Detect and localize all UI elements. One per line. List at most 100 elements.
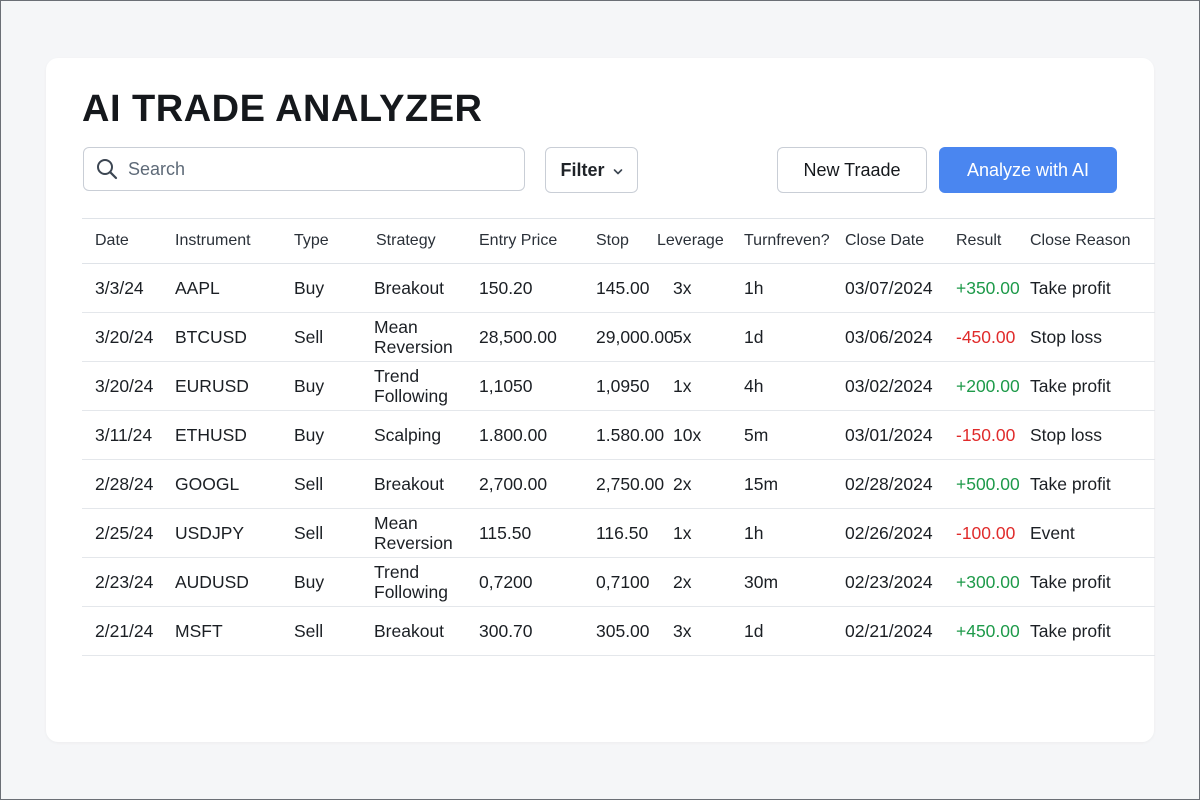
cell-result: -450.00 xyxy=(943,312,1017,362)
table-row[interactable]: 2/21/24 MSFT Sell Breakout 300.70 305.00… xyxy=(82,606,1155,656)
cell-close-reason: Stop loss xyxy=(1017,312,1155,362)
cell-date: 3/20/24 xyxy=(82,361,162,411)
cell-type: Sell xyxy=(281,508,363,558)
cell-leverage: 2x xyxy=(644,557,731,607)
filter-button[interactable]: Filter xyxy=(545,147,638,193)
cell-entry-price: 115.50 xyxy=(466,508,583,558)
column-header-result[interactable]: Result xyxy=(943,218,1017,264)
cell-stop: 116.50 xyxy=(583,508,648,558)
cell-turnover: 1h xyxy=(731,263,832,313)
cell-leverage: 1x xyxy=(644,508,731,558)
cell-strategy: Mean Reversion xyxy=(363,508,466,558)
cell-result: +300.00 xyxy=(943,557,1020,607)
cell-strategy: Breakout xyxy=(363,459,466,509)
cell-stop: 305.00 xyxy=(583,606,650,656)
cell-leverage: 3x xyxy=(644,263,731,313)
cell-type: Sell xyxy=(281,312,363,362)
new-trade-button[interactable]: New Traade xyxy=(777,147,927,193)
table-header-row: Date Instrument Type Strategy Entry Pric… xyxy=(82,218,1155,264)
cell-instrument: USDJPY xyxy=(162,508,281,558)
cell-instrument: BTCUSD xyxy=(162,312,281,362)
cell-close-date: 02/28/2024 xyxy=(832,459,943,509)
cell-close-reason: Event xyxy=(1017,508,1155,558)
page-title: AI TRADE ANALYZER xyxy=(82,88,483,130)
cell-date: 2/21/24 xyxy=(82,606,162,656)
cell-close-date: 03/02/2024 xyxy=(832,361,943,411)
cell-turnover: 1d xyxy=(731,606,832,656)
chevron-down-icon xyxy=(613,160,623,181)
table-row[interactable]: 3/20/24 BTCUSD Sell Mean Reversion 28,50… xyxy=(82,312,1155,362)
table-row[interactable]: 3/3/24 AAPL Buy Breakout 150.20 145.00 3… xyxy=(82,263,1155,313)
cell-strategy: Breakout xyxy=(363,263,466,313)
analyze-with-ai-button[interactable]: Analyze with AI xyxy=(939,147,1117,193)
cell-close-reason: Take profit xyxy=(1017,557,1155,607)
cell-close-reason: Take profit xyxy=(1017,263,1155,313)
cell-entry-price: 28,500.00 xyxy=(466,312,583,362)
column-header-date[interactable]: Date xyxy=(82,218,162,264)
cell-strategy: Breakout xyxy=(363,606,466,656)
cell-close-date: 02/23/2024 xyxy=(832,557,943,607)
cell-turnover: 30m xyxy=(731,557,832,607)
column-header-entry-price[interactable]: Entry Price xyxy=(466,218,583,264)
cell-entry-price: 0,7200 xyxy=(466,557,583,607)
cell-close-date: 02/26/2024 xyxy=(832,508,943,558)
cell-strategy: Mean Reversion xyxy=(363,312,466,362)
table-row[interactable]: 2/23/24 AUDUSD Buy Trend Following 0,720… xyxy=(82,557,1155,607)
column-header-leverage[interactable]: Leverage xyxy=(644,218,731,264)
column-header-type[interactable]: Type xyxy=(281,218,363,264)
cell-leverage: 3x xyxy=(644,606,731,656)
column-header-close-date[interactable]: Close Date xyxy=(832,218,943,264)
cell-date: 2/25/24 xyxy=(82,508,162,558)
cell-close-date: 03/06/2024 xyxy=(832,312,943,362)
cell-instrument: AAPL xyxy=(162,263,281,313)
cell-stop: 2,750.00 xyxy=(583,459,664,509)
cell-close-reason: Take profit xyxy=(1017,361,1155,411)
table-row[interactable]: 3/11/24 ETHUSD Buy Scalping 1.800.00 1.5… xyxy=(82,410,1155,460)
column-header-strategy[interactable]: Strategy xyxy=(363,218,466,264)
cell-date: 3/3/24 xyxy=(82,263,162,313)
cell-instrument: EURUSD xyxy=(162,361,281,411)
cell-close-date: 03/01/2024 xyxy=(832,410,943,460)
cell-type: Sell xyxy=(281,606,363,656)
column-header-close-reason[interactable]: Close Reason xyxy=(1017,218,1155,264)
cell-result: +350.00 xyxy=(943,263,1020,313)
cell-result: -150.00 xyxy=(943,410,1017,460)
cell-strategy: Trend Following xyxy=(363,361,466,411)
cell-stop: 145.00 xyxy=(583,263,650,313)
main-card: AI TRADE ANALYZER Filter New Traade Anal… xyxy=(46,58,1155,742)
cell-instrument: AUDUSD xyxy=(162,557,281,607)
cell-stop: 1.580.00 xyxy=(583,410,664,460)
cell-turnover: 1h xyxy=(731,508,832,558)
column-header-turnover[interactable]: Turnfreven? xyxy=(731,218,832,264)
cell-stop: 0,7100 xyxy=(583,557,650,607)
cell-result: +200.00 xyxy=(943,361,1020,411)
table-row[interactable]: 3/20/24 EURUSD Buy Trend Following 1,105… xyxy=(82,361,1155,411)
column-header-instrument[interactable]: Instrument xyxy=(162,218,281,264)
cell-turnover: 1d xyxy=(731,312,832,362)
cell-turnover: 15m xyxy=(731,459,832,509)
cell-type: Buy xyxy=(281,410,363,460)
cell-date: 3/11/24 xyxy=(82,410,162,460)
cell-leverage: 1x xyxy=(644,361,731,411)
cell-date: 3/20/24 xyxy=(82,312,162,362)
cell-instrument: GOOGL xyxy=(162,459,281,509)
cell-date: 2/28/24 xyxy=(82,459,162,509)
cell-instrument: ETHUSD xyxy=(162,410,281,460)
search-icon xyxy=(97,159,118,180)
cell-close-date: 02/21/2024 xyxy=(832,606,943,656)
cell-type: Buy xyxy=(281,263,363,313)
search-box[interactable] xyxy=(83,147,525,191)
cell-type: Buy xyxy=(281,361,363,411)
cell-entry-price: 1.800.00 xyxy=(466,410,583,460)
cell-close-reason: Stop loss xyxy=(1017,410,1155,460)
column-header-stop[interactable]: Stop xyxy=(583,218,644,264)
filter-label: Filter xyxy=(560,159,605,180)
cell-close-reason: Take profit xyxy=(1017,606,1155,656)
cell-instrument: MSFT xyxy=(162,606,281,656)
cell-entry-price: 2,700.00 xyxy=(466,459,583,509)
cell-result: +450.00 xyxy=(943,606,1020,656)
table-row[interactable]: 2/28/24 GOOGL Sell Breakout 2,700.00 2,7… xyxy=(82,459,1155,509)
table-row[interactable]: 2/25/24 USDJPY Sell Mean Reversion 115.5… xyxy=(82,508,1155,558)
cell-stop: 29,000.00 xyxy=(583,312,674,362)
search-input[interactable] xyxy=(126,157,510,181)
